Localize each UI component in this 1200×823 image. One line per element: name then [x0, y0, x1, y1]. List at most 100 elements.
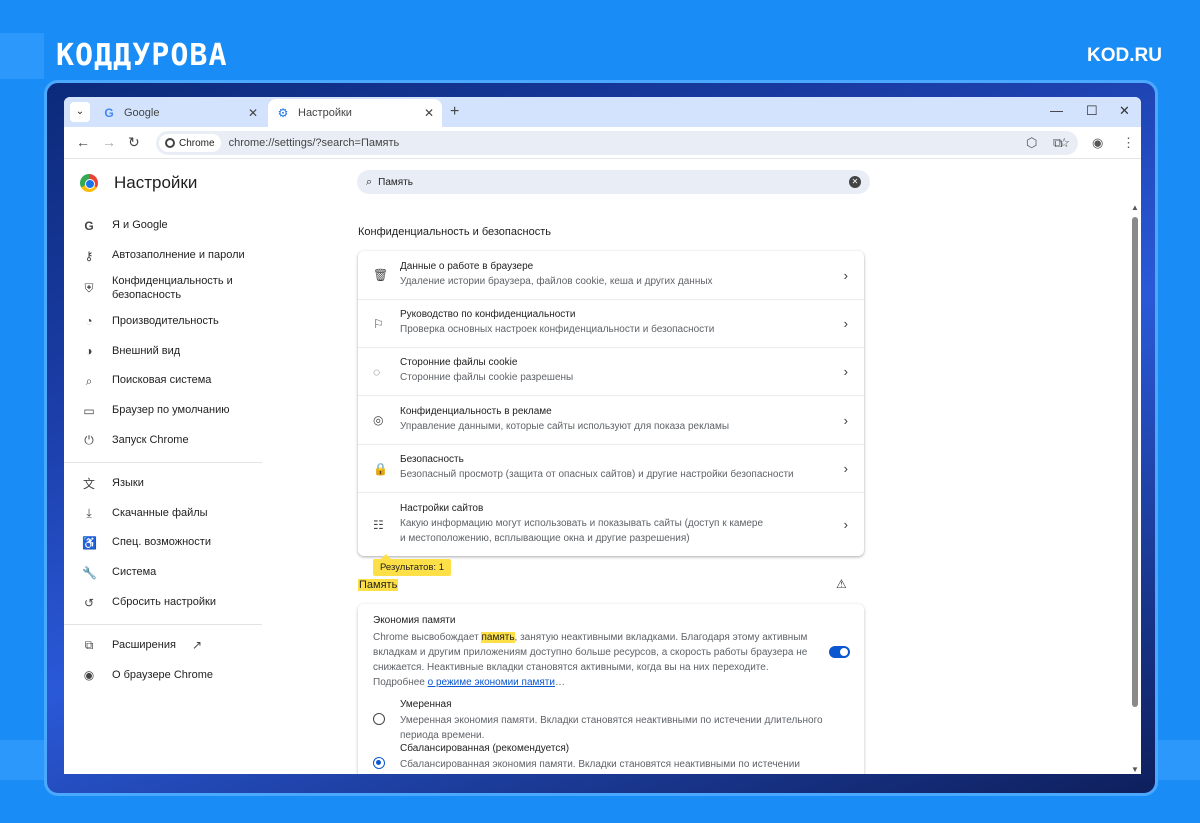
- privacy-row-cookies[interactable]: ◌ Сторонние файлы cookie Сторонние файлы …: [358, 348, 864, 396]
- sidebar-item-performance[interactable]: ◔ Производительность: [64, 307, 264, 337]
- tab-settings[interactable]: ⚙ Настройки ✕: [268, 99, 442, 127]
- chevron-right-icon: ›: [843, 412, 848, 428]
- option-moderate[interactable]: Умеренная Умеренная экономия памяти. Вкл…: [400, 699, 855, 743]
- sidebar-item-appearance[interactable]: ◑ Внешний вид: [64, 336, 264, 366]
- privacy-row-guide[interactable]: ⚐ Руководство по конфиденциальности Прове…: [358, 300, 864, 348]
- shield-icon: ⛨: [84, 281, 94, 296]
- key-icon: ⚷: [84, 248, 94, 263]
- memory-card: Экономия памяти Chrome высвобождает памя…: [358, 604, 864, 774]
- extensions-puzzle-icon[interactable]: ⧉: [1053, 135, 1062, 151]
- divider: [64, 623, 262, 625]
- scroll-down-arrow-icon[interactable]: ▼: [1131, 765, 1139, 774]
- brand-logo: КОДДУРОВА: [56, 38, 228, 73]
- maximize-icon[interactable]: ☐: [1086, 103, 1098, 119]
- chrome-logo-icon: [80, 174, 98, 192]
- sidebar-item-system[interactable]: 🔧 Система: [64, 558, 264, 588]
- tab-google[interactable]: G Google ✕: [94, 99, 266, 127]
- profile-icon[interactable]: ◉: [1092, 135, 1103, 151]
- extension-shield-icon[interactable]: ⬡: [1026, 135, 1037, 151]
- power-icon: ⏻: [84, 433, 94, 448]
- lock-icon: 🔒: [373, 461, 388, 476]
- chip-label: Chrome: [179, 137, 215, 149]
- trash-icon: 🗑: [373, 268, 389, 282]
- sidebar-item-downloads[interactable]: ⤓ Скачанные файлы: [64, 498, 264, 528]
- download-icon: ⤓: [86, 505, 92, 520]
- privacy-row-ads[interactable]: ◎ Конфиденциальность в рекламе Управление…: [358, 396, 864, 445]
- sidebar-item-default-browser[interactable]: ▭ Браузер по умолчанию: [64, 396, 264, 426]
- search-icon: ⌕: [366, 175, 373, 188]
- privacy-row-security[interactable]: 🔒 Безопасность Безопасный просмотр (защит…: [358, 445, 864, 493]
- open-in-new-icon: ↗: [191, 638, 203, 653]
- sidebar-item-languages[interactable]: 文 Языки: [64, 469, 264, 499]
- scrollbar[interactable]: ▲ ▼: [1129, 203, 1141, 774]
- radio-moderate[interactable]: [373, 713, 385, 725]
- site-info-chip[interactable]: Chrome: [159, 134, 221, 152]
- memory-saver-title: Экономия памяти: [373, 615, 456, 626]
- sidebar: Настройки G Я и Google ⚷ Автозаполнение …: [64, 159, 264, 774]
- privacy-card: 🗑 Данные о работе в браузере Удаление ист…: [358, 251, 864, 556]
- learn-more-link[interactable]: о режиме экономии памяти: [428, 677, 555, 688]
- tab-bar: ⌄ G Google ✕ ⚙ Настройки ✕ + — ☐ ✕: [64, 97, 1141, 127]
- url-text[interactable]: chrome://settings/?search=Память: [229, 137, 400, 149]
- accessibility-icon: ♿: [82, 536, 97, 551]
- chevron-right-icon: ›: [843, 267, 848, 283]
- close-icon[interactable]: ✕: [424, 106, 434, 120]
- tune-icon: ☷: [373, 517, 384, 532]
- search-highlight: память: [481, 632, 515, 643]
- cookie-icon: ◌: [373, 364, 381, 379]
- settings-search-input[interactable]: ⌕ Память ✕: [357, 170, 870, 194]
- sidebar-item-extensions[interactable]: ⧉ Расширения ↗: [64, 631, 264, 661]
- chevron-right-icon: ›: [843, 517, 848, 532]
- nav-list: G Я и Google ⚷ Автозаполнение и пароли ⛨…: [64, 211, 264, 690]
- tab-search-button[interactable]: ⌄: [70, 102, 90, 122]
- memory-saver-description: Chrome высвобождает память, занятую неак…: [373, 632, 808, 688]
- wrench-icon: 🔧: [82, 565, 97, 580]
- search-value[interactable]: Память: [378, 177, 413, 188]
- palette-icon: ◑: [85, 344, 93, 359]
- radio-balanced[interactable]: [373, 757, 385, 769]
- section-title-privacy: Конфиденциальность и безопасность: [358, 226, 551, 238]
- new-tab-button[interactable]: +: [450, 103, 459, 121]
- reset-icon: ↺: [83, 595, 95, 610]
- divider: [64, 461, 262, 463]
- browser-window-icon: ▭: [83, 403, 95, 418]
- sidebar-item-privacy[interactable]: ⛨ Конфиденциальность и безопасность: [64, 271, 264, 307]
- sidebar-item-accessibility[interactable]: ♿ Спец. возможности: [64, 528, 264, 558]
- back-icon[interactable]: ←: [76, 134, 90, 150]
- clear-search-icon[interactable]: ✕: [849, 176, 861, 188]
- ad-privacy-icon: ◎: [373, 413, 384, 427]
- feedback-icon[interactable]: ⚠: [836, 577, 847, 591]
- sidebar-item-search-engine[interactable]: ⌕ Поисковая система: [64, 366, 264, 396]
- chrome-icon: [165, 138, 175, 148]
- signpost-icon: ⚐: [373, 316, 384, 331]
- privacy-row-clear-data[interactable]: 🗑 Данные о работе в браузере Удаление ист…: [358, 251, 864, 300]
- browser-window: ⌄ G Google ✕ ⚙ Настройки ✕ + — ☐ ✕ ← → ↻…: [64, 97, 1141, 774]
- menu-kebab-icon[interactable]: ⋮: [1122, 135, 1135, 151]
- scroll-up-arrow-icon[interactable]: ▲: [1131, 203, 1139, 212]
- reload-icon[interactable]: ↻: [128, 134, 140, 151]
- sidebar-item-on-startup[interactable]: ⏻ Запуск Chrome: [64, 426, 264, 456]
- sidebar-item-about[interactable]: ◉ О браузере Chrome: [64, 660, 264, 690]
- sidebar-item-you-and-google[interactable]: G Я и Google: [64, 211, 264, 241]
- gear-icon: ⚙: [277, 106, 289, 120]
- tab-label: Настройки: [298, 107, 352, 119]
- option-balanced[interactable]: Сбалансированная (рекомендуется) Сбаланс…: [400, 743, 855, 774]
- google-icon: G: [104, 106, 114, 120]
- tab-label: Google: [124, 107, 160, 119]
- sidebar-item-reset[interactable]: ↺ Сбросить настройки: [64, 588, 264, 618]
- address-bar[interactable]: Chrome chrome://settings/?search=Память …: [156, 131, 1078, 155]
- close-window-icon[interactable]: ✕: [1119, 103, 1130, 119]
- google-g-icon: G: [84, 218, 94, 233]
- close-icon[interactable]: ✕: [248, 106, 258, 120]
- privacy-row-site-settings[interactable]: ☷ Настройки сайтов Какую информацию могут…: [358, 493, 864, 556]
- speedometer-icon: ◔: [85, 314, 93, 329]
- forward-icon[interactable]: →: [102, 134, 116, 150]
- translate-icon: 文: [82, 476, 95, 491]
- minimize-icon[interactable]: —: [1050, 103, 1063, 118]
- chevron-right-icon: ›: [843, 316, 848, 331]
- sidebar-item-autofill[interactable]: ⚷ Автозаполнение и пароли: [64, 241, 264, 271]
- memory-saver-toggle[interactable]: [829, 646, 850, 658]
- scroll-thumb[interactable]: [1132, 217, 1138, 707]
- toolbar: ← → ↻ Chrome chrome://settings/?search=П…: [64, 127, 1141, 159]
- puzzle-icon: ⧉: [84, 637, 94, 652]
